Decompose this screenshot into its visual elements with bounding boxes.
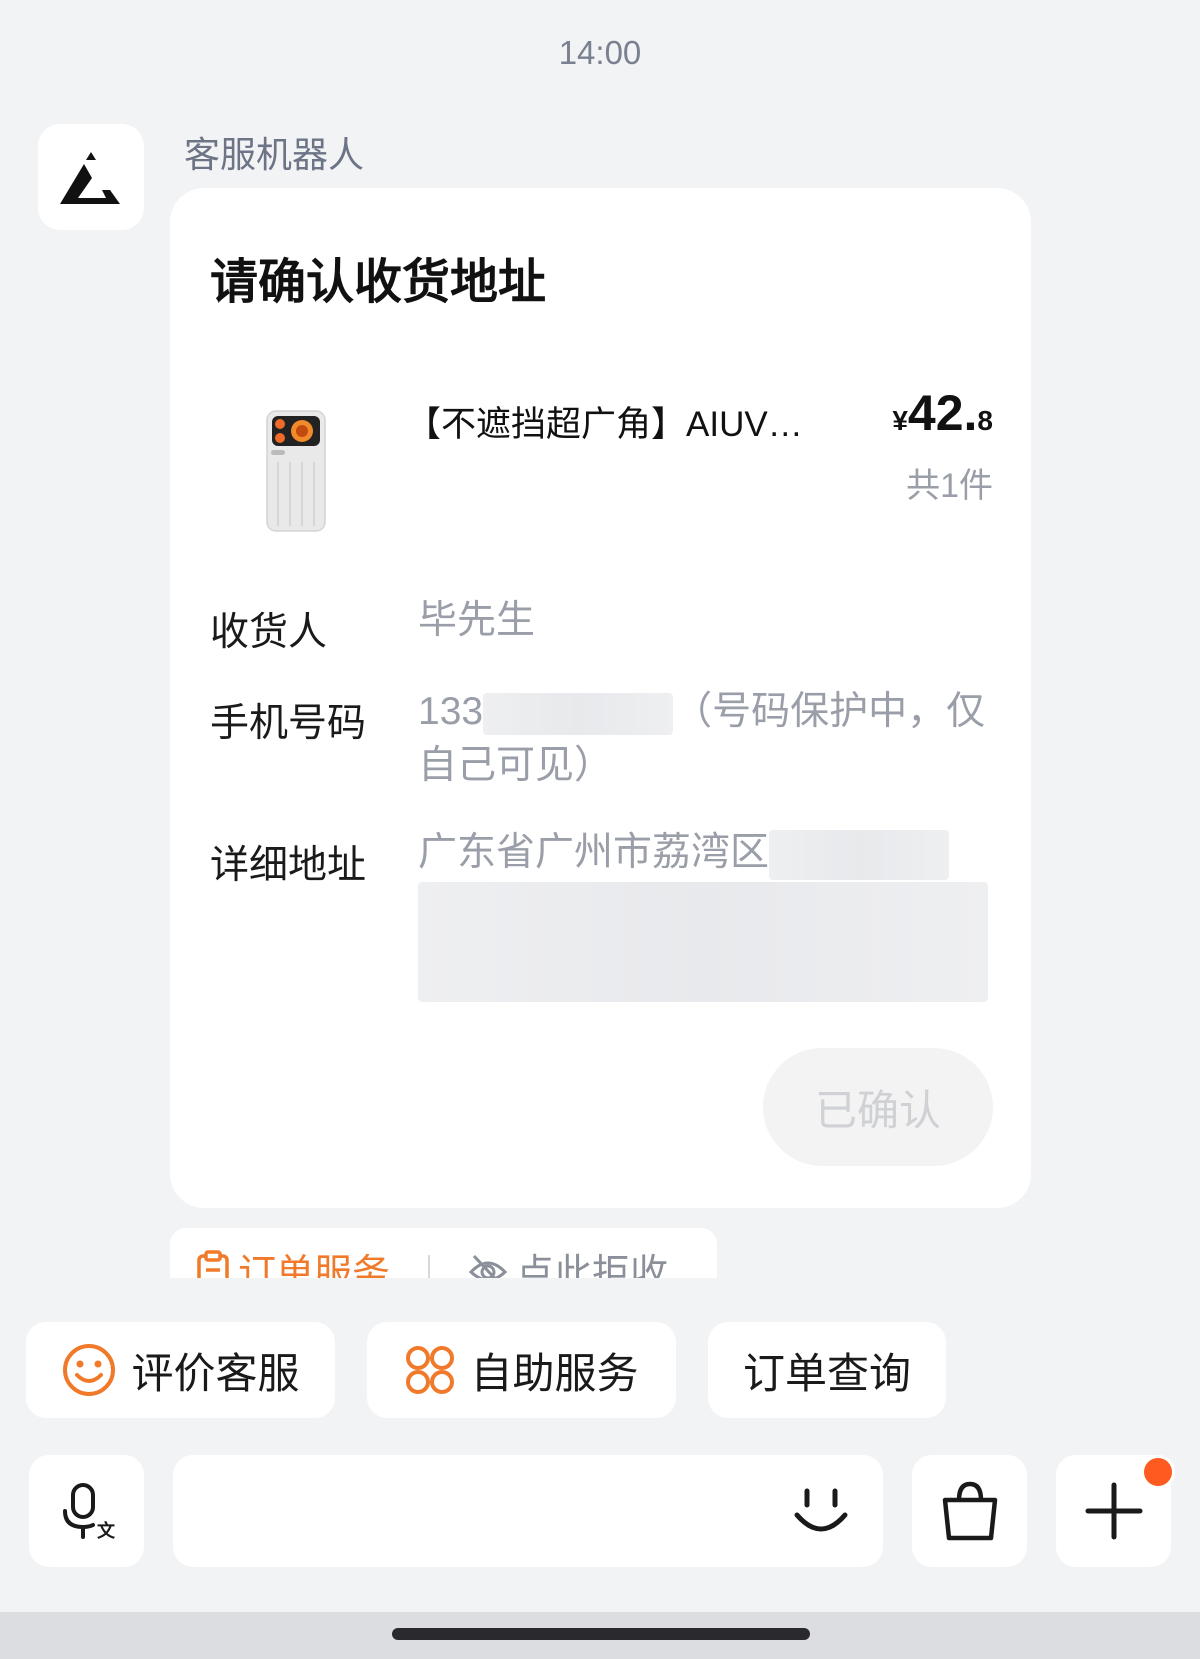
phone-redacted bbox=[483, 692, 674, 735]
self-service-label: 自助服务 bbox=[470, 1349, 639, 1397]
rate-service-chip[interactable]: 评价客服 bbox=[26, 1322, 335, 1418]
clipboard-icon bbox=[197, 1249, 229, 1278]
product-price: ¥42.8 bbox=[892, 384, 993, 442]
address-value: 广东省广州市荔湾区 bbox=[418, 826, 988, 1002]
emoji-icon[interactable] bbox=[787, 1477, 855, 1545]
brand-logo-icon bbox=[60, 152, 120, 204]
self-service-chip[interactable]: 自助服务 bbox=[367, 1322, 676, 1418]
order-service-label: 订单服务 bbox=[238, 1253, 391, 1278]
address-confirm-card: 请确认收货地址 【不遮挡超广角】AIUV… ¥42.8 共1件 收货人 毕先生 … bbox=[170, 188, 1031, 1208]
reject-label: 点此拒收 bbox=[516, 1253, 669, 1278]
notification-dot bbox=[1141, 1455, 1175, 1489]
address-redacted-inline bbox=[769, 829, 950, 880]
smile-face-icon bbox=[63, 1344, 116, 1396]
order-action-strip: 订单服务 点此拒收 bbox=[170, 1228, 717, 1278]
recipient-value: 毕先生 bbox=[418, 599, 536, 642]
rate-service-label: 评价客服 bbox=[131, 1349, 300, 1397]
message-input[interactable] bbox=[193, 1455, 753, 1567]
plus-icon bbox=[1085, 1482, 1142, 1540]
product-image[interactable] bbox=[266, 410, 326, 532]
message-input-box[interactable] bbox=[173, 1455, 883, 1567]
message-timestamp: 14:00 bbox=[558, 34, 642, 71]
product-name[interactable]: 【不遮挡超广角】AIUV… bbox=[406, 396, 826, 447]
order-query-label: 订单查询 bbox=[742, 1349, 911, 1397]
price-decimal: 8 bbox=[977, 405, 993, 436]
phone-label: 手机号码 bbox=[210, 702, 367, 745]
address-label: 详细地址 bbox=[210, 844, 367, 887]
sender-name: 客服机器人 bbox=[184, 134, 365, 175]
home-indicator[interactable] bbox=[392, 1628, 810, 1640]
card-title: 请确认收货地址 bbox=[210, 256, 547, 309]
product-quantity: 共1件 bbox=[906, 467, 993, 505]
phone-value: 133 （号码保护中，仅自己可见） bbox=[418, 685, 988, 793]
recipient-label: 收货人 bbox=[210, 611, 328, 654]
voice-translate-icon: 文 bbox=[62, 1483, 116, 1542]
price-currency: ¥ bbox=[892, 405, 908, 436]
reject-button[interactable]: 点此拒收 bbox=[468, 1242, 668, 1278]
shopping-bag-button[interactable] bbox=[912, 1455, 1027, 1567]
address-redacted-block bbox=[418, 882, 988, 1002]
confirmed-button[interactable]: 已确认 bbox=[763, 1048, 993, 1166]
shopping-bag-icon bbox=[942, 1481, 997, 1541]
order-service-button[interactable]: 订单服务 bbox=[196, 1242, 390, 1278]
svg-text:文: 文 bbox=[97, 1520, 116, 1542]
more-button[interactable] bbox=[1056, 1455, 1175, 1567]
bot-avatar[interactable] bbox=[38, 124, 144, 230]
grid-circles-icon bbox=[406, 1346, 455, 1394]
voice-button[interactable]: 文 bbox=[29, 1455, 144, 1567]
eye-off-icon bbox=[468, 1254, 508, 1278]
order-query-chip[interactable]: 订单查询 bbox=[708, 1322, 946, 1418]
price-integer: 42. bbox=[907, 385, 978, 441]
address-text: 广东省广州市荔湾区 bbox=[418, 831, 770, 874]
strip-divider bbox=[428, 1254, 431, 1278]
phone-prefix: 133 bbox=[418, 690, 484, 733]
